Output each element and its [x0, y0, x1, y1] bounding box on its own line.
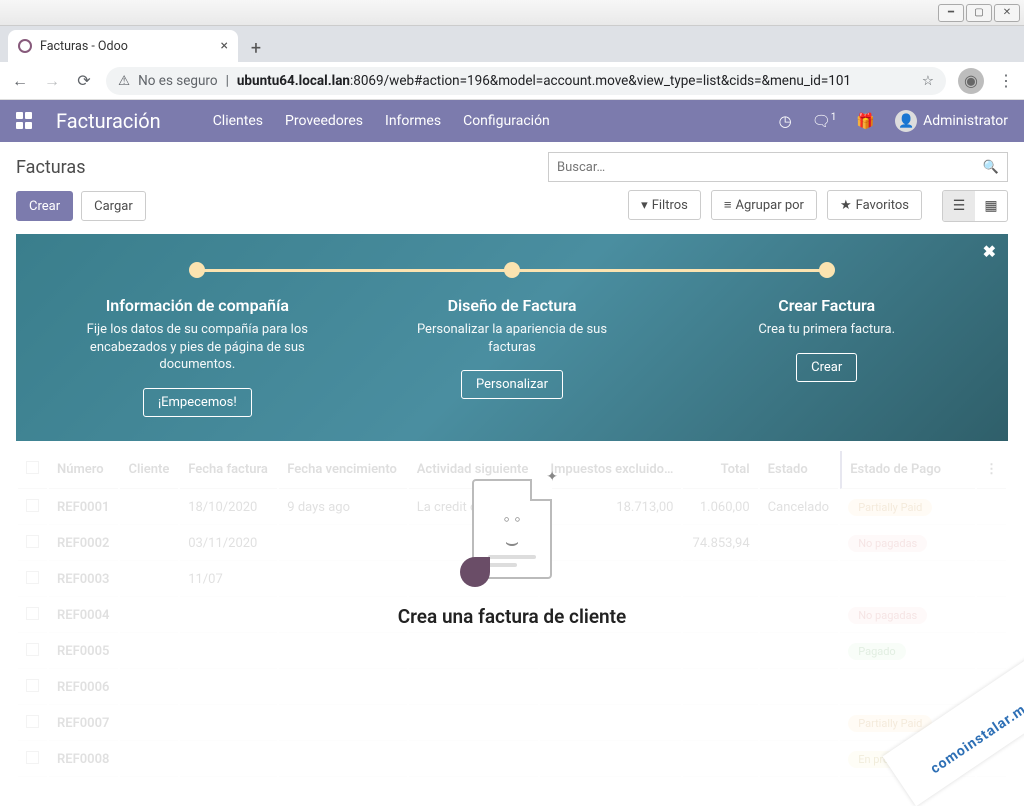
- onboard-step-create: Crear Factura Crea tu primera factura. C…: [669, 262, 984, 417]
- menu-icon[interactable]: ⋮: [998, 71, 1014, 90]
- user-menu[interactable]: 👤 Administrator: [895, 110, 1008, 132]
- filtros-button[interactable]: ▾Filtros: [628, 190, 701, 220]
- tab-title: Facturas - Odoo: [40, 39, 128, 54]
- empty-title: Crea una factura de cliente: [0, 605, 1024, 628]
- browser-tab[interactable]: Facturas - Odoo ×: [8, 30, 238, 62]
- nav-proveedores[interactable]: Proveedores: [285, 113, 363, 129]
- search-icon[interactable]: 🔍: [983, 160, 999, 175]
- forward-icon[interactable]: →: [42, 71, 62, 91]
- corner-accent-icon: [460, 557, 490, 587]
- step-desc: Personalizar la apariencia de sus factur…: [392, 321, 632, 356]
- step-title: Crear Factura: [669, 296, 984, 315]
- empty-state: ✦ ◦ ◦⌣ Crea una factura de cliente: [0, 479, 1024, 628]
- url-field[interactable]: ⚠ No es seguro | ubuntu64.local.lan:8069…: [106, 67, 946, 95]
- view-switcher: ☰ ▦: [942, 190, 1008, 222]
- url-text: ubuntu64.local.lan:8069/web#action=196&m…: [237, 73, 851, 89]
- empecemos-button[interactable]: ¡Empecemos!: [143, 388, 252, 417]
- group-icon: ≡: [724, 197, 732, 213]
- onboarding-banner: ✖ Información de compañía Fije los datos…: [16, 234, 1008, 441]
- nav-informes[interactable]: Informes: [385, 113, 441, 129]
- odoo-favicon-icon: [18, 39, 32, 53]
- cargar-button[interactable]: Cargar: [81, 191, 146, 221]
- apps-icon[interactable]: [16, 112, 34, 130]
- step-title: Diseño de Factura: [355, 296, 670, 315]
- step-dot-icon: [504, 262, 520, 278]
- star-icon[interactable]: ☆: [922, 73, 934, 89]
- nav-config[interactable]: Configuración: [463, 113, 550, 129]
- window-minimize-button[interactable]: ━: [938, 4, 964, 22]
- step-desc: Crea tu primera factura.: [707, 321, 947, 339]
- onboard-close-icon[interactable]: ✖: [983, 242, 996, 261]
- window-close-button[interactable]: ✕: [994, 4, 1020, 22]
- insecure-icon: ⚠: [118, 73, 130, 89]
- profile-icon[interactable]: ◉: [958, 68, 984, 94]
- content-area: Número Cliente Fecha factura Fecha venci…: [0, 449, 1024, 779]
- module-title: Facturación: [56, 109, 161, 133]
- user-avatar-icon: 👤: [895, 110, 917, 132]
- step-desc: Fije los datos de su compañía para los e…: [77, 321, 317, 374]
- reload-icon[interactable]: ⟳: [74, 71, 94, 90]
- crear-button[interactable]: Crear: [16, 191, 73, 221]
- kanban-view-button[interactable]: ▦: [975, 191, 1007, 221]
- step-dot-icon: [189, 262, 205, 278]
- agrupar-button[interactable]: ≡Agrupar por: [711, 190, 817, 220]
- onboard-step-design: Diseño de Factura Personalizar la aparie…: [355, 262, 670, 417]
- control-panel: Facturas 🔍 Crear Cargar ▾Filtros ≡Agrupa…: [0, 142, 1024, 228]
- personalizar-button[interactable]: Personalizar: [461, 370, 563, 399]
- new-tab-button[interactable]: +: [242, 34, 270, 62]
- search-input[interactable]: [557, 160, 983, 175]
- search-box[interactable]: 🔍: [548, 152, 1008, 182]
- page-title: Facturas: [16, 157, 86, 178]
- nav-links: Clientes Proveedores Informes Configurac…: [213, 113, 550, 129]
- list-view-button[interactable]: ☰: [943, 191, 975, 221]
- window-titlebar: ━ ▢ ✕: [0, 0, 1024, 26]
- clock-icon[interactable]: ◷: [779, 112, 792, 130]
- tab-strip: Facturas - Odoo × +: [0, 26, 1024, 62]
- filter-icon: ▾: [641, 198, 648, 213]
- crear-factura-button[interactable]: Crear: [796, 353, 857, 382]
- odoo-top-nav: Facturación Clientes Proveedores Informe…: [0, 100, 1024, 142]
- step-dot-icon: [819, 262, 835, 278]
- onboard-step-company: Información de compañía Fije los datos d…: [40, 262, 355, 417]
- tab-close-icon[interactable]: ×: [221, 38, 228, 54]
- step-title: Información de compañía: [40, 296, 355, 315]
- address-bar: ← → ⟳ ⚠ No es seguro | ubuntu64.local.la…: [0, 62, 1024, 100]
- nav-clientes[interactable]: Clientes: [213, 113, 263, 129]
- gift-icon[interactable]: 🎁: [856, 112, 875, 130]
- star-icon: ★: [840, 198, 852, 213]
- chat-icon[interactable]: 🗨1: [812, 112, 837, 130]
- window-maximize-button[interactable]: ▢: [966, 4, 992, 22]
- user-name: Administrator: [923, 113, 1008, 129]
- url-prefix: No es seguro: [138, 73, 217, 89]
- back-icon[interactable]: ←: [10, 71, 30, 91]
- favoritos-button[interactable]: ★Favoritos: [827, 190, 922, 220]
